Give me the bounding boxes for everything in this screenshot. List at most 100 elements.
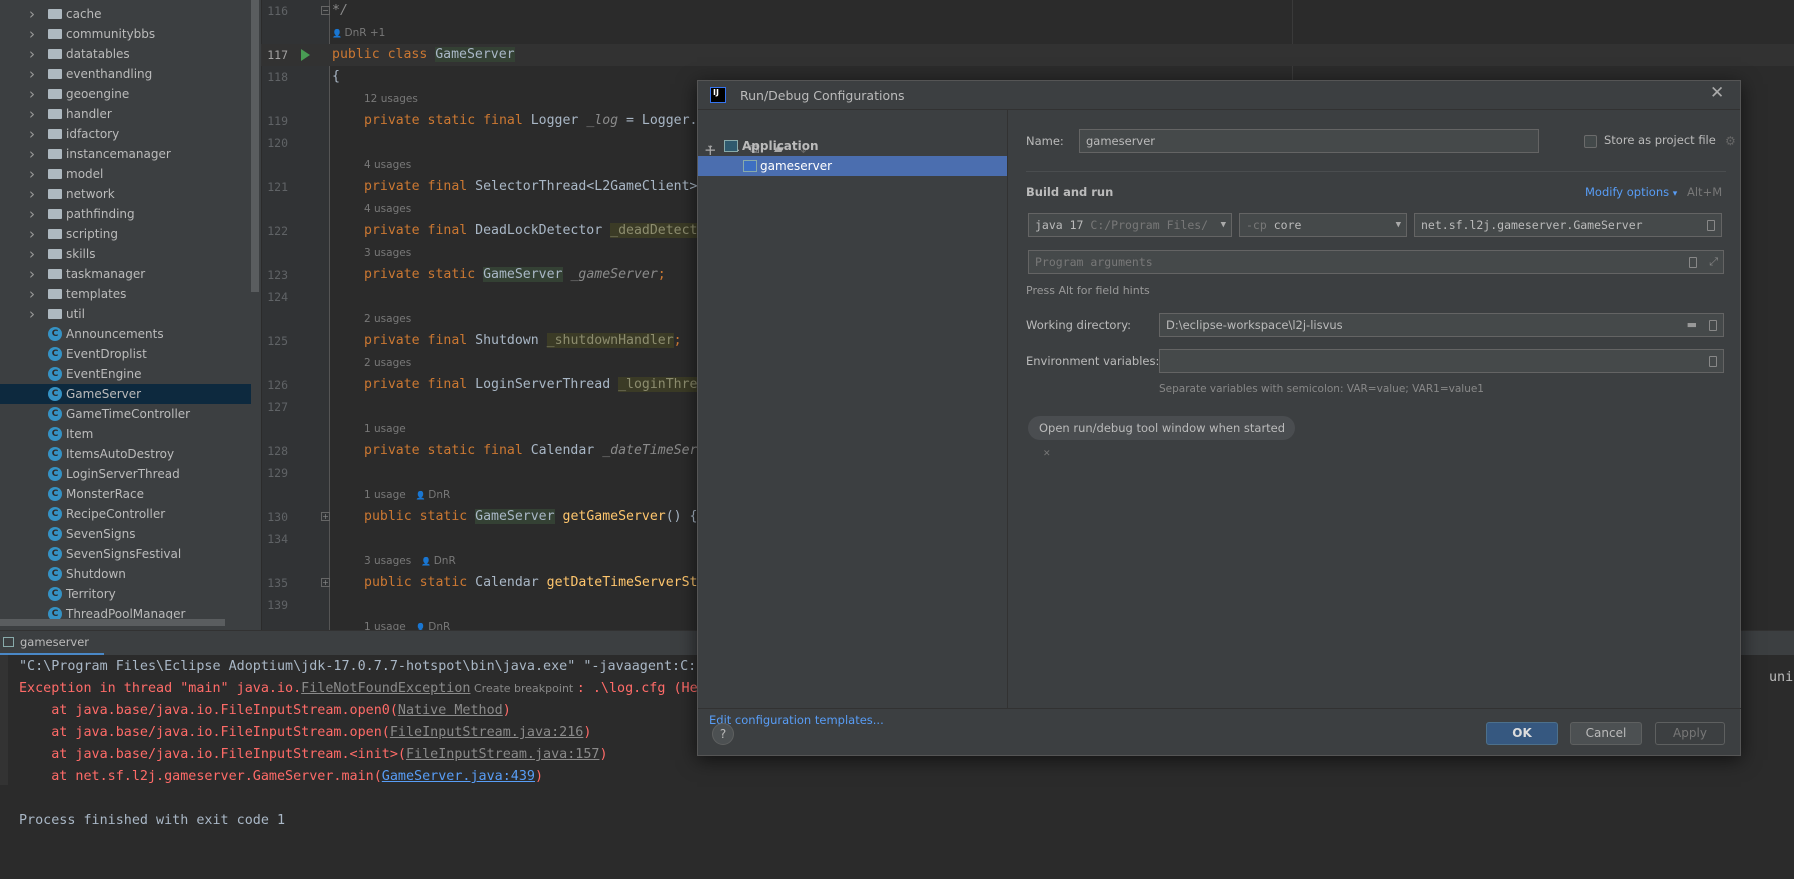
usages-hint[interactable]: 4 usages [364, 198, 411, 220]
tree-class-RecipeController[interactable]: C RecipeController [0, 504, 251, 524]
field-hints-text: Press Alt for field hints [1026, 284, 1150, 297]
help-button[interactable]: ? [712, 723, 734, 745]
chevron-right-icon[interactable]: › [29, 124, 35, 144]
tree-class-EventDroplist[interactable]: C EventDroplist [0, 344, 251, 364]
remove-option-icon[interactable]: ✕ [1043, 449, 1051, 459]
tree-class-SevenSigns[interactable]: C SevenSigns [0, 524, 251, 544]
usages-hint[interactable]: 1 usage 👤 DnR [364, 616, 450, 630]
chevron-right-icon[interactable]: › [29, 144, 35, 164]
chevron-right-icon[interactable]: › [29, 104, 35, 124]
chevron-right-icon[interactable]: › [29, 84, 35, 104]
edit-configuration-templates-link[interactable]: Edit configuration templates... [709, 713, 884, 727]
stacktrace-link[interactable]: GameServer.java:439 [382, 769, 535, 784]
usages-hint[interactable]: 3 usages 👤 DnR [364, 550, 456, 573]
stacktrace-link[interactable]: FileInputStream.java:216 [390, 725, 583, 740]
insert-macro-icon[interactable] [1689, 257, 1697, 268]
stacktrace-link[interactable]: Native Method [398, 703, 503, 718]
jre-select[interactable]: java 17 C:/Program Files/ ▼ [1028, 213, 1232, 237]
tree-folder-handler[interactable]: › handler [0, 104, 251, 124]
tab-gameserver[interactable]: gameserver ✕ [0, 631, 104, 672]
line-number: 134 [267, 532, 288, 546]
fold-icon[interactable]: + [321, 578, 330, 587]
fold-icon[interactable]: − [321, 6, 330, 15]
tree-folder-pathfinding[interactable]: › pathfinding [0, 204, 251, 224]
tree-folder-geoengine[interactable]: › geoengine [0, 84, 251, 104]
usages-hint[interactable]: 3 usages [364, 242, 411, 264]
chevron-right-icon[interactable]: › [29, 184, 35, 204]
tree-folder-skills[interactable]: › skills [0, 244, 251, 264]
chevron-right-icon[interactable]: › [29, 244, 35, 264]
run-gutter-icon[interactable] [301, 49, 310, 61]
ok-button[interactable]: OK [1486, 722, 1558, 745]
tree-folder-taskmanager[interactable]: › taskmanager [0, 264, 251, 284]
usages-hint[interactable]: 2 usages [364, 352, 411, 374]
tree-folder-network[interactable]: › network [0, 184, 251, 204]
environment-variables-field[interactable] [1159, 349, 1724, 373]
code-line: 116 − */ [261, 0, 1794, 22]
chevron-right-icon[interactable]: › [29, 264, 35, 284]
usages-hint[interactable]: 1 usage 👤 DnR [364, 484, 450, 507]
classpath-select[interactable]: -cp core ▼ [1239, 213, 1407, 237]
chevron-right-icon[interactable]: › [29, 164, 35, 184]
apply-button[interactable]: Apply [1655, 722, 1725, 745]
tree-class-Shutdown[interactable]: C Shutdown [0, 564, 251, 584]
tree-item-gameserver[interactable]: gameserver [698, 156, 1007, 176]
stacktrace-link[interactable]: FileNotFoundException [301, 681, 470, 696]
chevron-right-icon[interactable]: › [29, 64, 35, 84]
store-as-project-file-checkbox[interactable] [1584, 135, 1597, 148]
fold-icon[interactable]: + [321, 512, 330, 521]
tree-folder-instancemanager[interactable]: › instancemanager [0, 144, 251, 164]
tree-group-application[interactable]: ⌄ Application [698, 136, 1007, 156]
tree-folder-templates[interactable]: › templates [0, 284, 251, 304]
chevron-right-icon[interactable]: › [29, 304, 35, 324]
usages-hint[interactable]: 12 usages [364, 88, 418, 110]
project-tree-scrollbar[interactable] [251, 0, 259, 292]
usages-hint[interactable]: 1 usage [364, 418, 406, 440]
edit-variables-icon[interactable] [1709, 356, 1717, 367]
tree-folder-communitybbs[interactable]: › communitybbs [0, 24, 251, 44]
folder-icon[interactable]: ▬ [1687, 314, 1697, 336]
chevron-right-icon[interactable]: › [29, 24, 35, 44]
dialog-title-bar[interactable]: IJ Run/Debug Configurations ✕ [698, 81, 1740, 110]
tree-class-Item[interactable]: C Item [0, 424, 251, 444]
chevron-right-icon[interactable]: › [29, 284, 35, 304]
tree-folder-datatables[interactable]: › datatables [0, 44, 251, 64]
chevron-right-icon[interactable]: › [29, 4, 35, 24]
option-chip[interactable]: Open run/debug tool window when started … [1028, 416, 1295, 459]
insert-macro-icon[interactable] [1709, 320, 1717, 331]
usages-hint[interactable]: 4 usages [364, 154, 411, 176]
chevron-right-icon[interactable]: › [29, 44, 35, 64]
cancel-button[interactable]: Cancel [1570, 722, 1642, 745]
tree-class-Announcements[interactable]: C Announcements [0, 324, 251, 344]
program-arguments-field[interactable]: Program arguments ⤢ [1028, 250, 1724, 274]
tree-class-SevenSignsFestival[interactable]: C SevenSignsFestival [0, 544, 251, 564]
main-class-field[interactable]: net.sf.l2j.gameserver.GameServer [1414, 213, 1722, 237]
tree-class-Territory[interactable]: C Territory [0, 584, 251, 604]
close-icon[interactable]: ✕ [1710, 83, 1724, 103]
tree-folder-util[interactable]: › util [0, 304, 251, 324]
console-text[interactable]: Create breakpoint [470, 682, 576, 695]
browse-icon[interactable] [1707, 220, 1715, 231]
tree-class-ItemsAutoDestroy[interactable]: C ItemsAutoDestroy [0, 444, 251, 464]
expand-icon[interactable]: ⤢ [1709, 251, 1718, 273]
tree-class-GameServer[interactable]: C GameServer [0, 384, 251, 404]
project-tree-horizontal-scrollbar[interactable] [0, 619, 225, 626]
tree-class-GameTimeController[interactable]: C GameTimeController [0, 404, 251, 424]
name-field[interactable]: gameserver [1079, 129, 1539, 153]
gear-icon[interactable]: ⚙ [1725, 134, 1736, 148]
usages-hint[interactable]: 👤 DnR +1 [332, 22, 385, 45]
tree-folder-idfactory[interactable]: › idfactory [0, 124, 251, 144]
working-directory-field[interactable]: D:\eclipse-workspace\l2j-lisvus ▬ [1159, 313, 1724, 337]
tree-folder-cache[interactable]: › cache [0, 4, 251, 24]
tree-class-MonsterRace[interactable]: C MonsterRace [0, 484, 251, 504]
tree-folder-scripting[interactable]: › scripting [0, 224, 251, 244]
tree-class-LoginServerThread[interactable]: C LoginServerThread [0, 464, 251, 484]
tree-class-EventEngine[interactable]: C EventEngine [0, 364, 251, 384]
stacktrace-link[interactable]: FileInputStream.java:157 [406, 747, 599, 762]
chevron-right-icon[interactable]: › [29, 224, 35, 244]
usages-hint[interactable]: 2 usages [364, 308, 411, 330]
modify-options-link[interactable]: Modify options ▾ [1585, 185, 1677, 199]
tree-folder-eventhandling[interactable]: › eventhandling [0, 64, 251, 84]
tree-folder-model[interactable]: › model [0, 164, 251, 184]
chevron-right-icon[interactable]: › [29, 204, 35, 224]
